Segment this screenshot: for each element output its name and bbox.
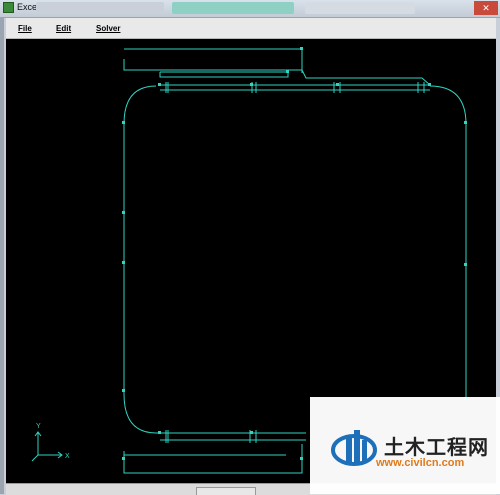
edge-top-step — [301, 69, 431, 86]
window-frame — [0, 17, 4, 494]
taskbar-tab-1[interactable] — [36, 2, 164, 14]
edge-main-outline — [123, 85, 306, 434]
edge-ticks — [165, 67, 425, 443]
taskbar-tab-3[interactable] — [305, 2, 415, 14]
civilcn-logo-icon — [331, 430, 377, 466]
title-bar: Exceed ✕ — [0, 0, 500, 18]
axis-x-label: X — [65, 453, 70, 460]
exceed-window: Exceed ✕ File Edit Solver Y X 土木工程网 www.… — [0, 0, 500, 495]
menu-edit[interactable]: Edit — [56, 24, 71, 33]
edge-right-outline — [429, 85, 467, 399]
close-button[interactable]: ✕ — [474, 1, 498, 15]
edge-top-inner — [159, 71, 289, 78]
edge-bottom-outer — [123, 451, 303, 474]
menu-bar: File Edit Solver — [6, 18, 496, 39]
menu-solver[interactable]: Solver — [96, 24, 120, 33]
app-icon — [3, 2, 14, 13]
menu-file[interactable]: File — [18, 24, 32, 33]
taskbar-tab-2[interactable] — [172, 2, 294, 14]
edge-top-outer — [123, 48, 303, 71]
axis-triad — [31, 431, 63, 462]
watermark-overlay: 土木工程网 www.civilcn.com — [310, 397, 500, 494]
watermark-cn-text: 土木工程网 — [384, 435, 489, 459]
watermark-url: www.civilcn.com — [376, 457, 465, 469]
axis-y-label: Y — [36, 423, 41, 430]
